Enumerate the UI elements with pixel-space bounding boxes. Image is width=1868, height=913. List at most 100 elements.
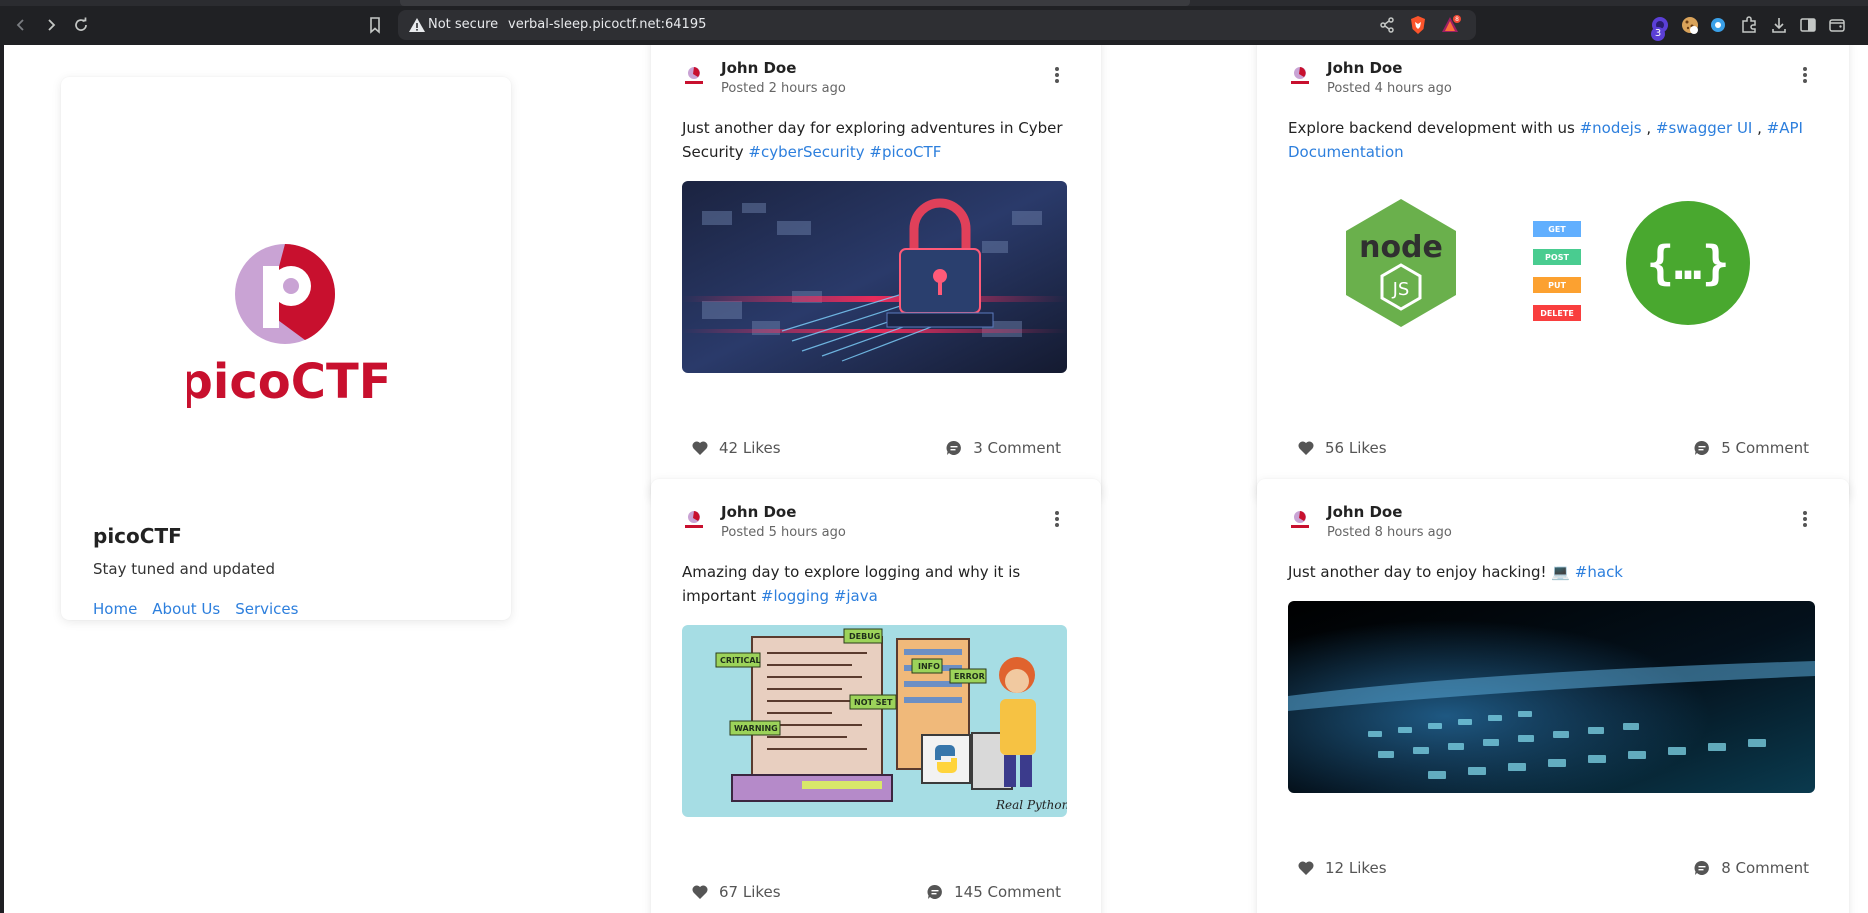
chevron-right-icon <box>48 19 56 31</box>
post-actions: 42 Likes 3 Comment <box>691 439 1061 457</box>
comment-count: 8 Comment <box>1721 859 1809 877</box>
author-avatar[interactable] <box>681 507 707 533</box>
post-image-logging[interactable]: CRITICAL DEBUG INFO ERROR NOT SET WARNIN… <box>682 625 1067 817</box>
label-info: INFO <box>918 662 940 671</box>
comment-button[interactable]: 145 Comment <box>926 883 1061 901</box>
hashtag-link[interactable]: #java <box>834 587 878 605</box>
comment-icon <box>927 884 943 899</box>
heart-icon <box>1298 861 1314 875</box>
reload-button[interactable] <box>70 14 92 36</box>
share-icon[interactable] <box>1378 16 1396 34</box>
wallet-icon[interactable] <box>1826 14 1848 36</box>
tab-strip <box>0 0 1868 6</box>
hashtag-link[interactable]: #logging <box>761 587 829 605</box>
back-button[interactable] <box>10 14 32 36</box>
comment-count: 5 Comment <box>1721 439 1809 457</box>
label-critical: CRITICAL <box>720 656 761 665</box>
post-time: Posted 2 hours ago <box>721 81 846 96</box>
post-text: Just another day for exploring adventure… <box>682 116 1071 164</box>
hashtag-link[interactable]: #picoCTF <box>869 143 941 161</box>
post-actions: 12 Likes 8 Comment <box>1297 859 1809 877</box>
post-menu-button[interactable] <box>1055 67 1059 83</box>
like-count: 67 Likes <box>719 883 781 901</box>
nav-link-about-us[interactable]: About Us <box>152 600 220 618</box>
chevron-left-icon <box>16 19 24 31</box>
comment-count: 3 Comment <box>973 439 1061 457</box>
comment-button[interactable]: 8 Comment <box>1693 859 1809 877</box>
bookmark-icon[interactable] <box>365 15 385 35</box>
nav-link-services[interactable]: Services <box>235 600 298 618</box>
hashtag-link[interactable]: #swagger UI <box>1656 119 1752 137</box>
hashtag-link[interactable]: #nodejs <box>1580 119 1642 137</box>
comment-count: 145 Comment <box>954 883 1061 901</box>
post-author[interactable]: John Doe <box>721 59 796 77</box>
post-time: Posted 4 hours ago <box>1327 81 1452 96</box>
label-get: GET <box>1548 225 1566 234</box>
label-put: PUT <box>1548 281 1566 290</box>
security-label[interactable]: Not secure <box>428 17 498 32</box>
active-tab[interactable] <box>400 0 1190 6</box>
hashtag-link[interactable]: #hack <box>1575 563 1623 581</box>
post-text: Explore backend development with us #nod… <box>1288 116 1819 164</box>
warning-icon[interactable] <box>408 16 426 34</box>
post-image-keyboard[interactable] <box>1288 601 1815 793</box>
post-image-cyber-lock[interactable] <box>682 181 1067 373</box>
like-button[interactable]: 42 Likes <box>691 439 781 457</box>
reload-icon <box>75 17 87 31</box>
brave-rewards-icon[interactable]: 8 <box>1440 15 1462 35</box>
sidebar-icon[interactable] <box>1797 14 1819 36</box>
url-text[interactable]: verbal-sleep.picoctf.net:64195 <box>508 17 706 32</box>
more-vertical-icon <box>1803 67 1807 71</box>
heart-icon <box>1298 441 1314 455</box>
post-time: Posted 8 hours ago <box>1327 525 1452 540</box>
extension-badge: 3 <box>1651 27 1665 41</box>
label-real-python: Real Python <box>995 798 1067 812</box>
profile-card: picoCTF picoCTF Stay tuned and updated H… <box>61 77 511 620</box>
comment-button[interactable]: 5 Comment <box>1693 439 1809 457</box>
comment-icon <box>1694 440 1710 455</box>
post-text: Amazing day to explore logging and why i… <box>682 560 1071 608</box>
hashtag-link[interactable]: #cyberSecurity <box>748 143 864 161</box>
browser-toolbar: Not secure verbal-sleep.picoctf.net:6419… <box>0 0 1868 45</box>
forward-button[interactable] <box>40 14 62 36</box>
picoctf-logo: picoCTF <box>187 244 387 410</box>
author-avatar[interactable] <box>681 63 707 89</box>
post-card: John Doe Posted 4 hours ago Explore back… <box>1257 45 1849 501</box>
post-author[interactable]: John Doe <box>721 503 796 521</box>
post-actions: 67 Likes 145 Comment <box>691 883 1061 901</box>
like-button[interactable]: 12 Likes <box>1297 859 1387 877</box>
like-count: 42 Likes <box>719 439 781 457</box>
post-card: John Doe Posted 5 hours ago Amazing day … <box>651 479 1101 913</box>
like-count: 12 Likes <box>1325 859 1387 877</box>
brave-shield-icon[interactable] <box>1408 15 1428 35</box>
heart-icon <box>692 441 708 455</box>
svg-text:{…}: {…} <box>1646 236 1729 290</box>
cookie-extension-icon[interactable] <box>1679 14 1701 36</box>
post-actions: 56 Likes 5 Comment <box>1297 439 1809 457</box>
post-text: Just another day to enjoy hacking! 💻 #ha… <box>1288 560 1819 584</box>
download-icon[interactable] <box>1768 14 1790 36</box>
nav-link-home[interactable]: Home <box>93 600 137 618</box>
post-card: John Doe Posted 8 hours ago Just another… <box>1257 479 1849 913</box>
page-viewport: picoCTF picoCTF Stay tuned and updated H… <box>4 45 1868 913</box>
more-vertical-icon <box>1055 511 1059 515</box>
post-text-segment: Explore backend development with us <box>1288 119 1580 137</box>
comment-button[interactable]: 3 Comment <box>945 439 1061 457</box>
post-author[interactable]: John Doe <box>1327 503 1402 521</box>
post-author[interactable]: John Doe <box>1327 59 1402 77</box>
like-count: 56 Likes <box>1325 439 1387 457</box>
post-menu-button[interactable] <box>1055 511 1059 527</box>
like-button[interactable]: 67 Likes <box>691 883 781 901</box>
author-avatar[interactable] <box>1287 507 1313 533</box>
post-menu-button[interactable] <box>1803 67 1807 83</box>
extensions-puzzle-icon[interactable] <box>1738 14 1760 36</box>
like-button[interactable]: 56 Likes <box>1297 439 1387 457</box>
post-text-segment: , <box>1641 119 1656 137</box>
post-image-backend[interactable]: node JS GET POST PUT DELETE {…} <box>1288 181 1815 373</box>
blue-extension-icon[interactable] <box>1707 14 1729 36</box>
label-error: ERROR <box>954 672 985 681</box>
address-bar[interactable]: Not secure verbal-sleep.picoctf.net:6419… <box>370 10 1476 40</box>
author-avatar[interactable] <box>1287 63 1313 89</box>
label-not-set: NOT SET <box>854 698 893 707</box>
post-menu-button[interactable] <box>1803 511 1807 527</box>
